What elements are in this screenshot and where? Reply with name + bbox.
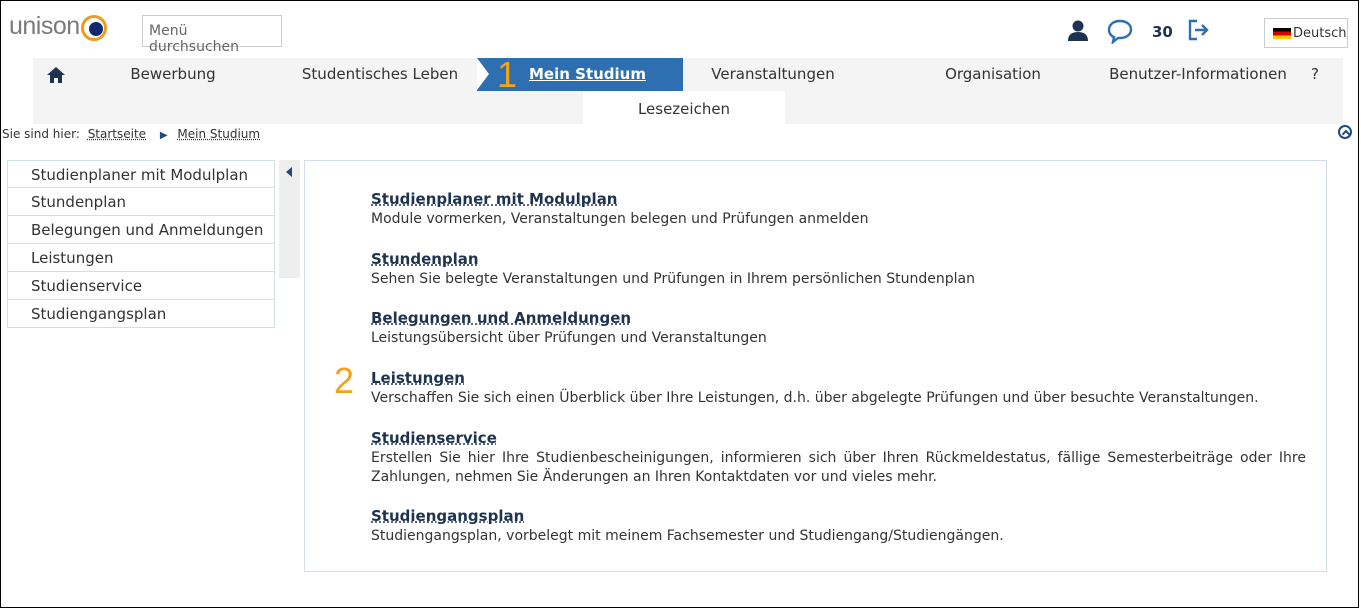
entry-desc: Verschaffen Sie sich einen Überblick übe… xyxy=(371,390,1259,406)
nav-organisation[interactable]: Organisation xyxy=(933,58,1053,91)
annotation-marker-1: 1 xyxy=(497,54,518,95)
sidebar-item-belegungen[interactable]: Belegungen und Anmeldungen xyxy=(7,216,275,244)
breadcrumb-prefix: Sie sind hier: xyxy=(2,127,80,141)
german-flag-icon xyxy=(1273,27,1291,39)
main-content: Studienplaner mit Modulplan Module vorme… xyxy=(304,160,1327,572)
nav-veranstaltungen[interactable]: Veranstaltungen xyxy=(703,58,843,91)
sidebar-item-studienservice[interactable]: Studienservice xyxy=(7,272,275,300)
menu-search-input[interactable]: Menü durchsuchen xyxy=(142,15,282,55)
logo-text: unison xyxy=(9,11,80,40)
breadcrumb: Sie sind hier: Startseite ▶ Mein Studium xyxy=(2,127,260,141)
collapse-header-icon[interactable] xyxy=(1338,125,1352,139)
messages-icon[interactable] xyxy=(1107,18,1133,48)
chevron-left-icon xyxy=(286,167,292,177)
logout-icon[interactable] xyxy=(1187,18,1211,46)
nav-bewerbung[interactable]: Bewerbung xyxy=(113,58,233,91)
content-entry: Belegungen und Anmeldungen Leistungsüber… xyxy=(371,309,1306,348)
entry-title-leistungen[interactable]: Leistungen xyxy=(371,369,1306,387)
breadcrumb-startseite[interactable]: Startseite xyxy=(88,127,146,141)
entry-title-studienservice[interactable]: Studienservice xyxy=(371,429,1306,447)
annotation-marker-2: 2 xyxy=(334,360,355,401)
tab-lesezeichen[interactable]: Lesezeichen xyxy=(583,91,785,124)
sidebar-toggle[interactable] xyxy=(279,160,300,278)
nav-studentisches-leben[interactable]: Studentisches Leben xyxy=(295,58,465,91)
language-label: Deutsch xyxy=(1293,25,1347,41)
entry-desc: Sehen Sie belegte Veranstaltungen und Pr… xyxy=(371,271,975,287)
nav-notch xyxy=(477,58,489,90)
content-entry: Studiengangsplan Studiengangsplan, vorbe… xyxy=(371,507,1306,546)
logo[interactable]: unison xyxy=(9,6,107,46)
entry-title-studienplaner[interactable]: Studienplaner mit Modulplan xyxy=(371,190,1306,208)
content-entry: Studienplaner mit Modulplan Module vorme… xyxy=(371,190,1306,229)
content-entry: Studienservice Erstellen Sie hier Ihre S… xyxy=(371,429,1306,487)
breadcrumb-mein-studium[interactable]: Mein Studium xyxy=(177,127,260,141)
nav-benutzer-informationen[interactable]: Benutzer-Informationen xyxy=(1103,58,1293,91)
sidebar-item-leistungen[interactable]: Leistungen xyxy=(7,244,275,272)
language-select[interactable]: Deutsch xyxy=(1264,18,1348,48)
main-nav: Bewerbung Studentisches Leben Veranstalt… xyxy=(33,58,1343,91)
entry-title-belegungen[interactable]: Belegungen und Anmeldungen xyxy=(371,309,1306,327)
user-icon[interactable] xyxy=(1068,20,1088,46)
home-icon[interactable] xyxy=(41,58,71,91)
entry-desc: Studiengangsplan, vorbelegt mit meinem F… xyxy=(371,528,1004,544)
sidebar: Studienplaner mit Modulplan Stundenplan … xyxy=(7,160,275,328)
message-count: 30 xyxy=(1152,23,1173,41)
breadcrumb-separator-icon: ▶ xyxy=(159,130,168,141)
sidebar-item-studiengangsplan[interactable]: Studiengangsplan xyxy=(7,300,275,328)
entry-desc: Leistungsübersicht über Prüfungen und Ve… xyxy=(371,330,767,346)
content-entry: Stundenplan Sehen Sie belegte Veranstalt… xyxy=(371,250,1306,289)
nav-mein-studium-label: Mein Studium xyxy=(529,65,646,83)
logo-mark xyxy=(80,15,107,41)
nav-help[interactable]: ? xyxy=(1305,58,1325,91)
entry-desc: Erstellen Sie hier Ihre Studienbescheini… xyxy=(371,450,1306,485)
entry-title-studiengangsplan[interactable]: Studiengangsplan xyxy=(371,507,1306,525)
content-entry: Leistungen Verschaffen Sie sich einen Üb… xyxy=(371,369,1306,408)
entry-title-stundenplan[interactable]: Stundenplan xyxy=(371,250,1306,268)
sidebar-item-studienplaner[interactable]: Studienplaner mit Modulplan xyxy=(7,160,275,188)
entry-desc: Module vormerken, Veranstaltungen belege… xyxy=(371,211,869,227)
sidebar-item-stundenplan[interactable]: Stundenplan xyxy=(7,188,275,216)
